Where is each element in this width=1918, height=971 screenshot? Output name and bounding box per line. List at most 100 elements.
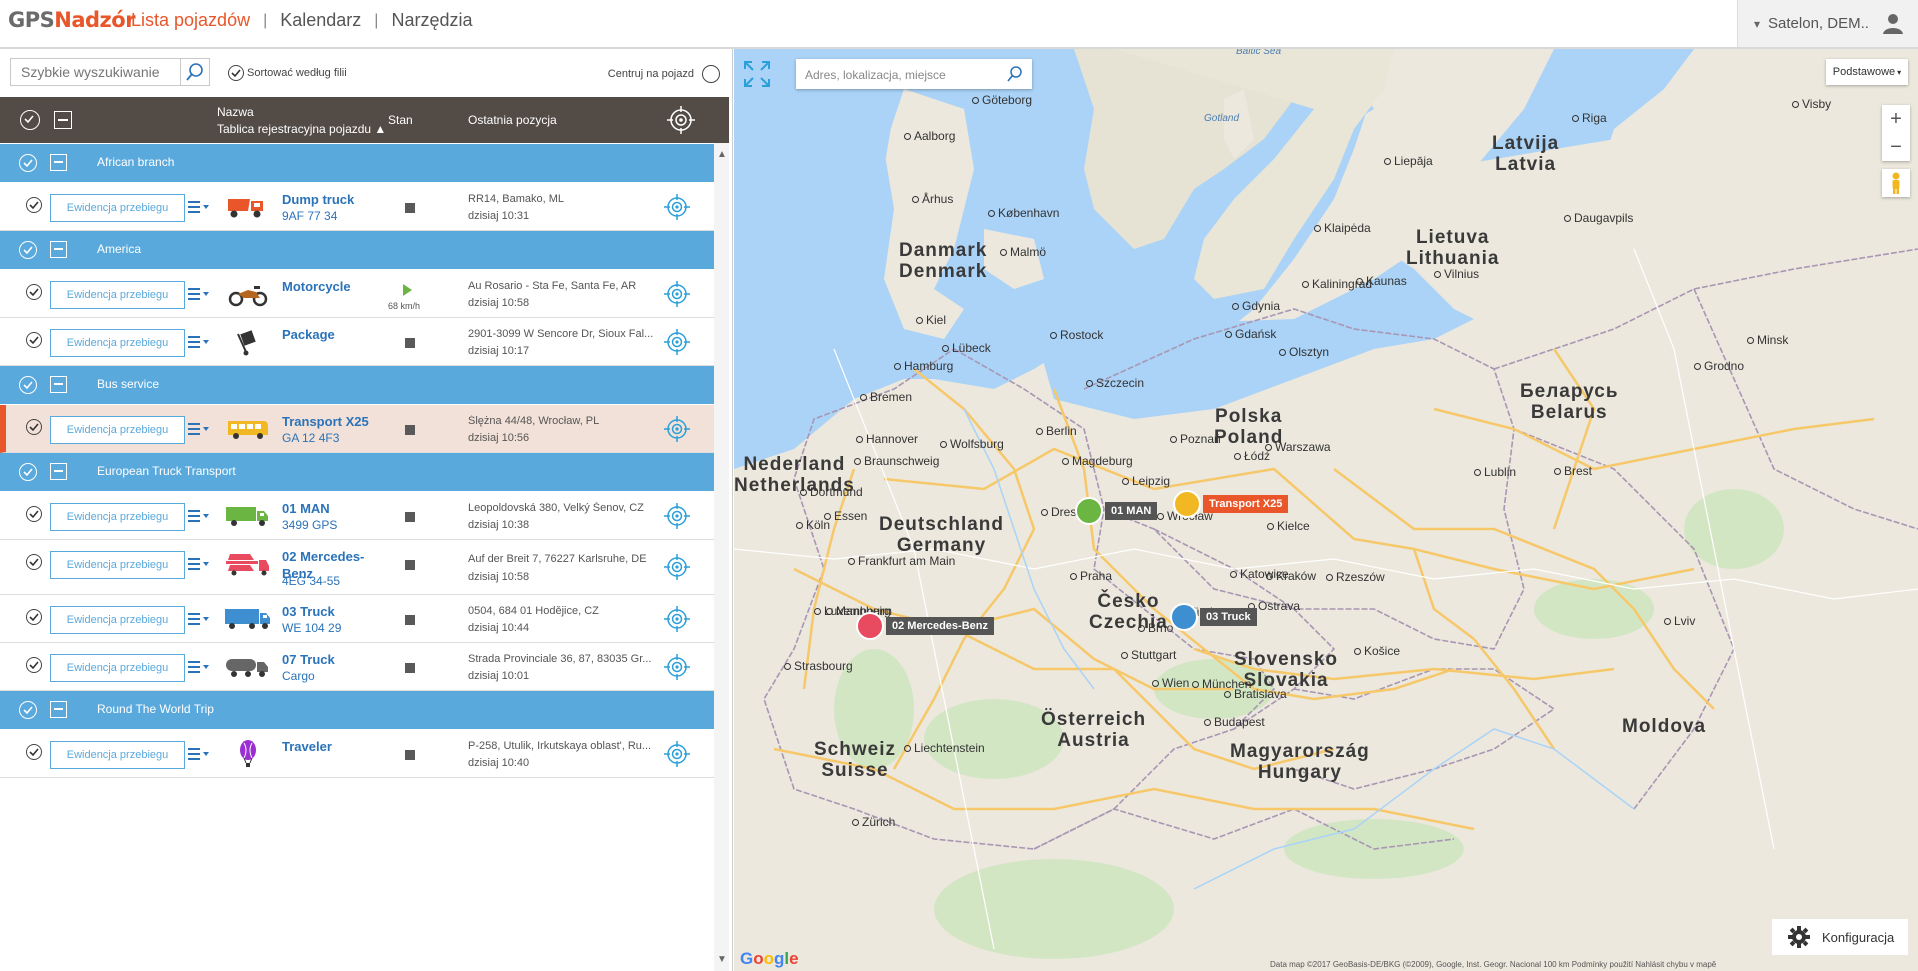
group-header[interactable]: African branch: [0, 144, 714, 183]
checkbox-checked-icon[interactable]: [228, 65, 244, 81]
quick-search-input[interactable]: [10, 58, 206, 86]
group-collapse-button[interactable]: [50, 376, 67, 393]
vehicle-name[interactable]: Package: [282, 326, 372, 343]
menu-icon[interactable]: [188, 200, 210, 214]
group-select-checkbox[interactable]: [19, 376, 37, 394]
vehicle-select-checkbox[interactable]: [26, 657, 42, 673]
mileage-record-button[interactable]: Ewidencja przebiegu: [50, 503, 185, 531]
group-collapse-button[interactable]: [50, 241, 67, 258]
vehicle-marker-pin[interactable]: [1075, 497, 1103, 525]
menu-icon[interactable]: [188, 422, 210, 436]
group-header[interactable]: America: [0, 231, 714, 270]
locate-vehicle-icon[interactable]: [663, 553, 691, 581]
vehicle-marker-label[interactable]: Transport X25: [1203, 495, 1289, 513]
menu-icon[interactable]: [188, 335, 210, 349]
vehicle-row[interactable]: Ewidencja przebiegu 07 Truck Cargo Strad…: [0, 643, 714, 691]
search-icon[interactable]: [1006, 65, 1024, 83]
nav-vehicle-list[interactable]: Lista pojazdów: [131, 10, 263, 31]
vehicle-name[interactable]: 03 Truck: [282, 603, 372, 620]
vehicle-row[interactable]: Ewidencja przebiegu Dump truck 9AF 77 34…: [0, 183, 714, 231]
column-header-plate[interactable]: Tablica rejestracyjna pojazdu ▲: [217, 122, 386, 136]
vehicle-select-checkbox[interactable]: [26, 744, 42, 760]
locate-vehicle-icon[interactable]: [663, 280, 691, 308]
locate-vehicle-icon[interactable]: [663, 328, 691, 356]
mileage-record-button[interactable]: Ewidencja przebiegu: [50, 741, 185, 769]
radio-icon[interactable]: [702, 65, 720, 83]
column-header-status[interactable]: Stan: [388, 113, 413, 127]
group-header[interactable]: European Truck Transport: [0, 453, 714, 492]
locate-vehicle-icon[interactable]: [663, 653, 691, 681]
group-select-checkbox[interactable]: [19, 154, 37, 172]
configuration-button[interactable]: Konfiguracja: [1772, 919, 1908, 955]
mileage-record-button[interactable]: Ewidencja przebiegu: [50, 416, 185, 444]
mileage-record-button[interactable]: Ewidencja przebiegu: [50, 606, 185, 634]
group-collapse-button[interactable]: [50, 154, 67, 171]
vehicle-name[interactable]: Transport X25: [282, 413, 372, 430]
vehicle-name[interactable]: Traveler: [282, 738, 372, 755]
street-view-button[interactable]: [1882, 169, 1910, 197]
vehicle-select-checkbox[interactable]: [26, 332, 42, 348]
vehicle-select-checkbox[interactable]: [26, 554, 42, 570]
vehicle-row[interactable]: Ewidencja przebiegu Transport X25 GA 12 …: [0, 405, 714, 453]
locate-vehicle-icon[interactable]: [663, 415, 691, 443]
mileage-record-button[interactable]: Ewidencja przebiegu: [50, 551, 185, 579]
basemap-selector[interactable]: Podstawowe ▾: [1826, 59, 1908, 85]
vehicle-marker-label[interactable]: 01 MAN: [1105, 502, 1158, 520]
vehicle-row[interactable]: Ewidencja przebiegu Traveler P-258, Utul…: [0, 730, 714, 778]
mileage-record-button[interactable]: Ewidencja przebiegu: [50, 654, 185, 682]
group-collapse-button[interactable]: [50, 701, 67, 718]
locate-vehicle-icon[interactable]: [663, 193, 691, 221]
menu-icon[interactable]: [188, 287, 210, 301]
vehicle-row[interactable]: Ewidencja przebiegu Package 2901-3099 W …: [0, 318, 714, 366]
target-icon[interactable]: [666, 105, 696, 135]
map-view[interactable]: Danmark Denmark Polska Poland Deutschland Ger…: [734, 49, 1918, 971]
mileage-record-button[interactable]: Ewidencja przebiegu: [50, 281, 185, 309]
vehicle-select-checkbox[interactable]: [26, 609, 42, 625]
list-scrollbar[interactable]: ▲ ▼: [714, 143, 729, 971]
column-header-name[interactable]: Nazwa: [217, 105, 254, 119]
mileage-record-button[interactable]: Ewidencja przebiegu: [50, 329, 185, 357]
vehicle-row[interactable]: Ewidencja przebiegu 02 Mercedes-Benz 4EG…: [0, 540, 714, 595]
locate-vehicle-icon[interactable]: [663, 740, 691, 768]
group-select-checkbox[interactable]: [19, 241, 37, 259]
app-logo[interactable]: GPSNadzór: [8, 8, 136, 32]
vehicle-map-marker[interactable]: 02 Mercedes-Benz: [856, 612, 994, 640]
column-header-position[interactable]: Ostatnia pozycja: [468, 113, 557, 127]
group-header[interactable]: Round The World Trip: [0, 691, 714, 730]
vehicle-name[interactable]: 01 MAN: [282, 500, 372, 517]
user-menu[interactable]: ▾ Satelon, DEM..: [1737, 0, 1918, 47]
select-all-checkbox[interactable]: [20, 110, 40, 130]
vehicle-marker-pin[interactable]: [856, 612, 884, 640]
vehicle-map-marker[interactable]: 03 Truck: [1170, 603, 1257, 631]
vehicle-map-marker[interactable]: 01 MAN: [1075, 497, 1158, 525]
vehicle-select-checkbox[interactable]: [26, 506, 42, 522]
vehicle-marker-label[interactable]: 02 Mercedes-Benz: [886, 617, 994, 635]
zoom-out-button[interactable]: −: [1882, 133, 1910, 161]
vehicle-map-marker[interactable]: Transport X25: [1173, 490, 1289, 518]
collapse-all-button[interactable]: [54, 111, 72, 129]
vehicle-marker-label[interactable]: 03 Truck: [1200, 608, 1257, 626]
vehicle-row[interactable]: Ewidencja przebiegu 03 Truck WE 104 29 0…: [0, 595, 714, 643]
map-address-search[interactable]: Adres, lokalizacja, miejsce: [796, 59, 1032, 89]
vehicle-row[interactable]: Ewidencja przebiegu 01 MAN 3499 GPS Leop…: [0, 492, 714, 540]
vehicle-name[interactable]: Dump truck: [282, 191, 372, 208]
nav-calendar[interactable]: Kalendarz: [267, 10, 374, 31]
zoom-in-button[interactable]: +: [1882, 105, 1910, 133]
nav-tools[interactable]: Narzędzia: [378, 10, 485, 31]
vehicle-name[interactable]: Motorcycle: [282, 278, 372, 295]
mileage-record-button[interactable]: Ewidencja przebiegu: [50, 194, 185, 222]
menu-icon[interactable]: [188, 557, 210, 571]
center-on-vehicle-option[interactable]: Centruj na pojazd: [608, 65, 720, 83]
vehicle-row[interactable]: Ewidencja przebiegu Motorcycle 68 km/h A…: [0, 270, 714, 318]
locate-vehicle-icon[interactable]: [663, 502, 691, 530]
vehicle-select-checkbox[interactable]: [26, 419, 42, 435]
group-collapse-button[interactable]: [50, 463, 67, 480]
group-header[interactable]: Bus service: [0, 366, 714, 405]
menu-icon[interactable]: [188, 660, 210, 674]
menu-icon[interactable]: [188, 509, 210, 523]
chevron-down-icon[interactable]: ▼: [717, 954, 727, 965]
locate-vehicle-icon[interactable]: [663, 605, 691, 633]
vehicle-marker-pin[interactable]: [1170, 603, 1198, 631]
menu-icon[interactable]: [188, 612, 210, 626]
group-select-checkbox[interactable]: [19, 701, 37, 719]
